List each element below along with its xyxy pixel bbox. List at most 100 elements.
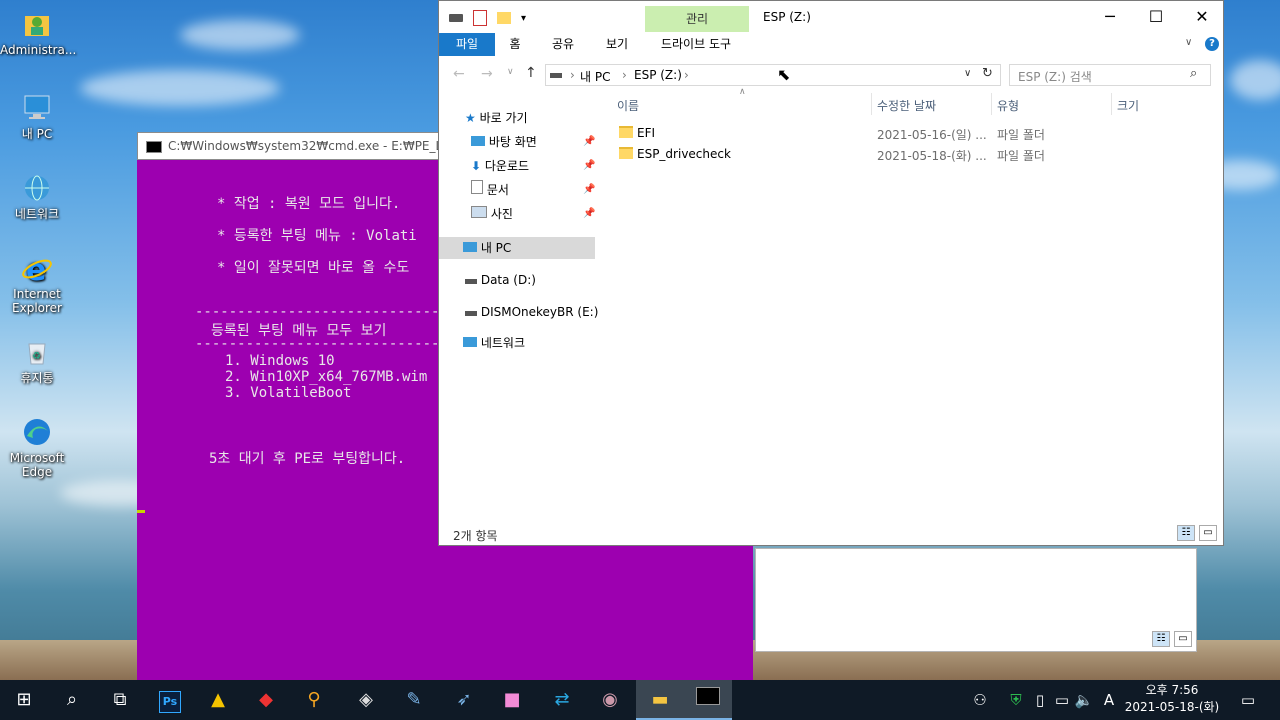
file-explorer-icon[interactable]: ▬ bbox=[636, 680, 684, 720]
maximize-button[interactable]: ☐ bbox=[1133, 1, 1179, 33]
nav-quick-access[interactable]: ★ 바로 가기 bbox=[465, 107, 528, 129]
forward-icon[interactable]: → bbox=[481, 66, 493, 82]
ime-indicator[interactable]: A bbox=[1098, 680, 1120, 720]
people-icon[interactable]: ⚇ bbox=[968, 680, 992, 720]
network-tray-icon[interactable]: ▭ bbox=[1052, 680, 1072, 720]
ribbon-expand-icon[interactable]: ∨ bbox=[1185, 37, 1192, 48]
nav-desktop[interactable]: 바탕 화면 📌 bbox=[471, 131, 599, 153]
pin-icon: 📌 bbox=[583, 208, 596, 219]
search-icon[interactable]: ⌕ bbox=[1190, 66, 1197, 81]
ribbon-tabs: 파일 홈 공유 보기 드라이브 도구 ∨ ? bbox=[439, 33, 1223, 57]
file-explorer-window[interactable]: ▾ 관리 ESP (Z:) ─ ☐ ✕ 파일 홈 공유 보기 드라이브 도구 ∨… bbox=[438, 0, 1224, 546]
properties-icon[interactable] bbox=[473, 10, 487, 26]
cmd-icon[interactable] bbox=[684, 680, 732, 720]
pin-icon: 📌 bbox=[583, 136, 596, 147]
clock-date: 2021-05-18-(화) bbox=[1124, 700, 1220, 714]
tab-home[interactable]: 홈 bbox=[501, 33, 529, 56]
column-date[interactable]: 수정한 날짜 bbox=[877, 97, 936, 114]
chevron-down-icon[interactable]: ▾ bbox=[521, 13, 526, 24]
nav-drive-e[interactable]: DISMOnekeyBR (E:) bbox=[465, 301, 598, 323]
file-row[interactable]: ESP_drivecheck 2021-05-18-(화) ... 파일 폴더 bbox=[615, 144, 1215, 164]
address-box[interactable]: › 내 PC › ESP (Z:) › ∨ ↻ bbox=[545, 64, 1001, 86]
folder-icon bbox=[619, 147, 633, 159]
help-icon[interactable]: ? bbox=[1205, 37, 1219, 51]
drive-icon bbox=[465, 279, 477, 284]
photoshop-icon[interactable]: Ps bbox=[146, 680, 194, 720]
recent-locations-icon[interactable]: ∨ bbox=[507, 67, 514, 77]
network-icon bbox=[21, 172, 53, 204]
app-disk-icon[interactable]: ◈ bbox=[342, 680, 390, 720]
refresh-icon[interactable]: ↻ bbox=[982, 66, 993, 81]
volume-icon[interactable]: 🔈 bbox=[1074, 680, 1094, 720]
column-type[interactable]: 유형 bbox=[997, 97, 1019, 114]
drive-icon[interactable] bbox=[449, 14, 463, 22]
app-dvd-icon[interactable]: ◉ bbox=[586, 680, 634, 720]
details-view-icon[interactable]: ☷ bbox=[1152, 631, 1170, 647]
nav-network[interactable]: 네트워크 bbox=[463, 332, 525, 354]
search-input[interactable]: ESP (Z:) 검색 ⌕ bbox=[1009, 64, 1211, 86]
cmd-line: * 작업 : 복원 모드 입니다. bbox=[217, 196, 401, 212]
desktop-icon-this-pc[interactable]: 내 PC bbox=[0, 92, 74, 141]
app-feather-icon[interactable]: ➶ bbox=[440, 680, 488, 720]
svg-text:♻: ♻ bbox=[32, 351, 41, 362]
close-button[interactable]: ✕ bbox=[1179, 1, 1225, 33]
column-name[interactable]: 이름 bbox=[617, 97, 639, 114]
desktop-icon-internet-explorer[interactable]: e Internet Explorer bbox=[0, 252, 74, 315]
nav-this-pc[interactable]: 내 PC bbox=[439, 237, 595, 259]
status-item-count: 2개 항목 bbox=[453, 529, 498, 543]
usb-icon[interactable]: ▯ bbox=[1030, 680, 1050, 720]
context-tab-manage[interactable]: 관리 bbox=[645, 6, 749, 32]
minimize-button[interactable]: ─ bbox=[1087, 1, 1133, 33]
column-headers: ∧ 이름 수정한 날짜 유형 크기 bbox=[615, 87, 1215, 115]
cmd-cursor bbox=[137, 510, 145, 513]
action-center-icon[interactable]: ▭ bbox=[1234, 680, 1262, 720]
nav-drive-d[interactable]: Data (D:) bbox=[465, 269, 536, 291]
column-size[interactable]: 크기 bbox=[1117, 97, 1139, 114]
recycle-bin-icon: ♻ bbox=[21, 336, 53, 368]
start-icon[interactable]: ⊞ bbox=[0, 680, 48, 720]
address-dropdown-icon[interactable]: ∨ bbox=[964, 68, 971, 79]
file-row[interactable]: EFI 2021-05-16-(일) ... 파일 폴더 bbox=[615, 123, 1215, 143]
up-icon[interactable]: ↑ bbox=[525, 65, 537, 81]
desktop-icon bbox=[471, 136, 485, 146]
tab-file[interactable]: 파일 bbox=[439, 33, 495, 56]
desktop-icon-recycle-bin[interactable]: ♻ 휴지통 bbox=[0, 336, 74, 385]
back-icon[interactable]: ← bbox=[453, 66, 465, 82]
mouse-cursor-icon: ⬉ bbox=[777, 65, 791, 84]
file-date: 2021-05-18-(화) ... bbox=[877, 149, 987, 163]
app-sync-icon[interactable]: ⇄ bbox=[538, 680, 586, 720]
tab-share[interactable]: 공유 bbox=[543, 33, 583, 56]
pc-icon bbox=[21, 92, 53, 124]
cmd-line: * 일이 잘못되면 바로 올 수도 bbox=[217, 260, 410, 276]
cmd-line: 2. Win10XP_x64_767MB.wim bbox=[225, 369, 428, 385]
desktop-icon-administrator[interactable]: Administra... bbox=[0, 8, 76, 57]
search-icon[interactable]: ⌕ bbox=[48, 680, 96, 720]
app-pen-icon[interactable]: ✎ bbox=[390, 680, 438, 720]
large-icons-view-icon[interactable]: ▭ bbox=[1174, 631, 1192, 647]
new-folder-icon[interactable] bbox=[497, 12, 511, 24]
nav-pictures[interactable]: 사진 📌 bbox=[471, 203, 599, 225]
breadcrumb-this-pc[interactable]: 내 PC bbox=[580, 68, 610, 85]
nav-documents[interactable]: 문서 📌 bbox=[471, 179, 599, 201]
ie-icon: e bbox=[21, 252, 53, 288]
nav-downloads[interactable]: ⬇ 다운로드 📌 bbox=[471, 155, 599, 177]
drive-icon bbox=[465, 311, 477, 316]
tab-view[interactable]: 보기 bbox=[597, 33, 637, 56]
breadcrumb-esp[interactable]: ESP (Z:) bbox=[634, 68, 682, 82]
desktop-icon-network[interactable]: 네트워크 bbox=[0, 172, 74, 221]
pictures-icon bbox=[471, 206, 487, 218]
cmd-line: ----------------------------- bbox=[195, 304, 440, 320]
background-explorer-window[interactable]: ☷ ▭ bbox=[755, 548, 1197, 652]
task-view-icon[interactable]: ⧉ bbox=[96, 680, 144, 720]
large-icons-view-icon[interactable]: ▭ bbox=[1199, 525, 1217, 541]
details-view-icon[interactable]: ☷ bbox=[1177, 525, 1195, 541]
app-pink-icon[interactable]: ■ bbox=[488, 680, 536, 720]
file-name: ESP_drivecheck bbox=[637, 147, 731, 161]
desktop-icon-edge[interactable]: Microsoft Edge bbox=[0, 416, 74, 479]
tab-drive-tools[interactable]: 드라이브 도구 bbox=[649, 33, 743, 56]
system-clock[interactable]: 오후 7:56 2021-05-18-(화) bbox=[1120, 682, 1224, 716]
app-triangle-icon[interactable]: ▲ bbox=[194, 680, 242, 720]
app-color-icon[interactable]: ◆ bbox=[242, 680, 290, 720]
security-icon[interactable]: ⛨ bbox=[1004, 680, 1028, 720]
app-key-icon[interactable]: ⚲ bbox=[290, 680, 338, 720]
